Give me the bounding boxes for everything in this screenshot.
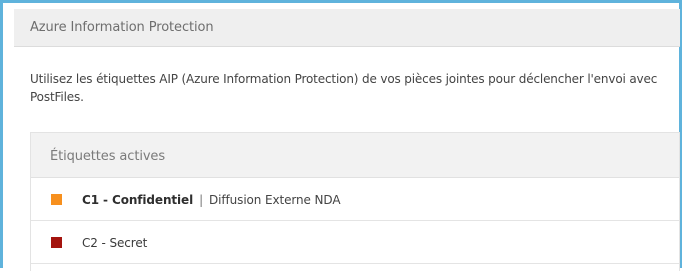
panel-title: Azure Information Protection: [30, 20, 214, 35]
label-row-c2: C2 - Secret: [31, 221, 679, 264]
label-name: C2 - Secret: [82, 236, 148, 250]
label-color-swatch: [51, 237, 62, 248]
label-color-swatch: [51, 194, 62, 205]
panel-description: Utilisez les étiquettes AIP (Azure Infor…: [30, 72, 658, 104]
active-labels-header: Étiquettes actives: [31, 133, 679, 178]
aip-settings-frame: Azure Information Protection Utilisez le…: [0, 0, 682, 271]
label-row-c1: C1 - Confidentiel | Diffusion Externe NDA: [31, 178, 679, 221]
active-labels-title: Étiquettes actives: [50, 149, 165, 164]
label-row-text: C2 - Secret: [82, 236, 147, 250]
label-row-text: C1 - Confidentiel | Diffusion Externe NDA: [82, 193, 341, 207]
panel-header: Azure Information Protection: [14, 9, 680, 47]
active-labels-box: Étiquettes actives C1 - Confidentiel | Dif…: [30, 132, 680, 271]
label-name: C1 - Confidentiel: [82, 193, 194, 207]
label-separator: |: [199, 193, 204, 207]
label-detail: Diffusion Externe NDA: [209, 193, 341, 207]
